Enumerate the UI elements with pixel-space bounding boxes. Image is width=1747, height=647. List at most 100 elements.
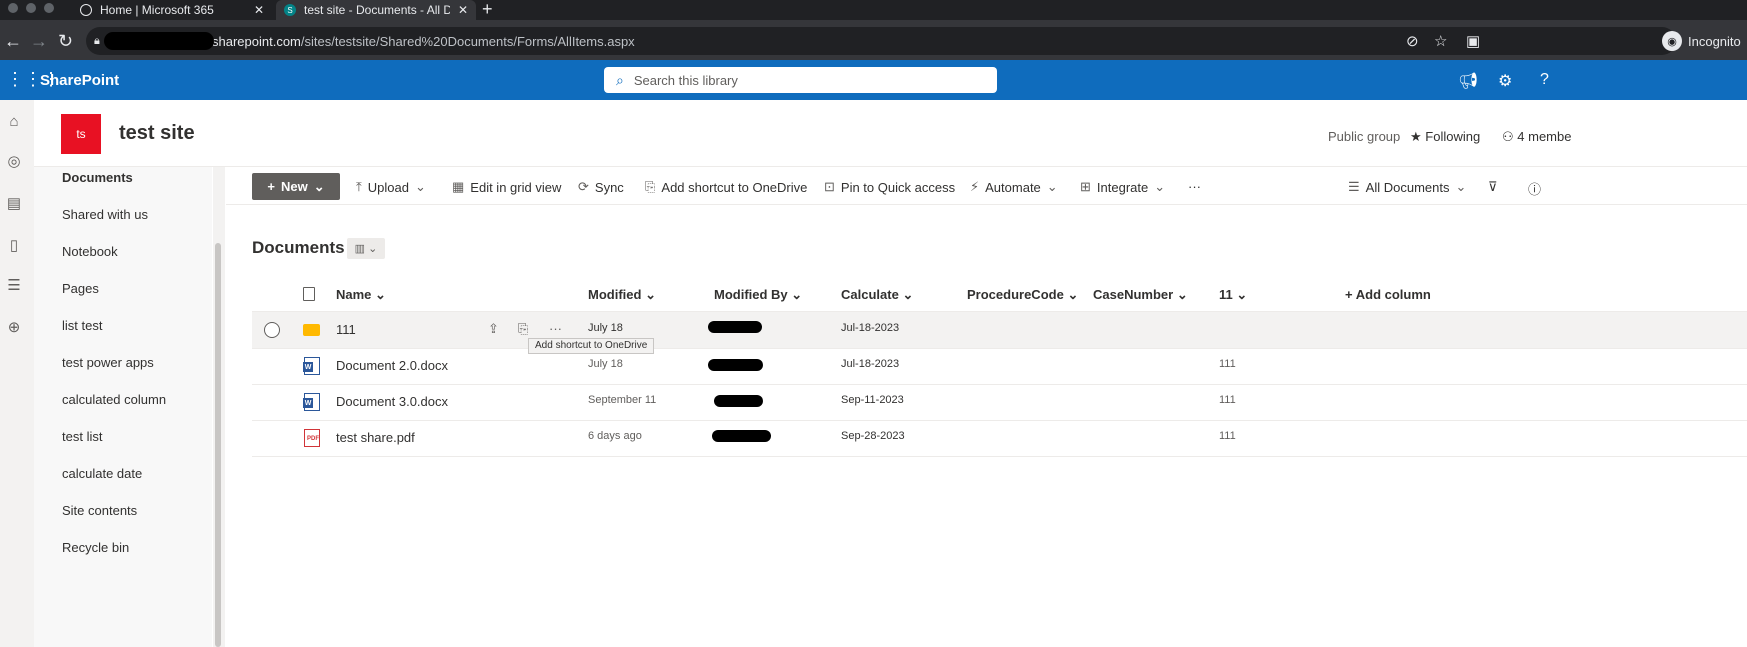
app-launcher-icon[interactable]: ⋮⋮⋮ [6, 70, 60, 90]
table-row-hover-background [252, 311, 1747, 348]
eye-off-icon[interactable]: ⊘ [1406, 32, 1419, 50]
person-icon: ⚇ [1502, 129, 1514, 144]
automate-button[interactable]: ⚡︎ Automate ⌄ [970, 179, 1058, 195]
sync-button[interactable]: ⟳ Sync [578, 179, 624, 195]
file-type-header-icon[interactable] [303, 287, 315, 301]
add-column-label: Add column [1355, 287, 1431, 302]
more-actions-icon[interactable]: ··· [549, 321, 562, 336]
close-window-dot[interactable] [8, 3, 18, 13]
browser-tab-test-site[interactable]: S test site - Documents - All Do ✕ [276, 0, 476, 20]
grid-view-button[interactable]: ▦ Edit in grid view [452, 179, 561, 195]
row-divider [252, 348, 1747, 349]
column-header-modified[interactable]: Modified ⌄ [588, 287, 656, 303]
maximize-window-dot[interactable] [44, 3, 54, 13]
add-column-button[interactable]: + Add column [1345, 287, 1431, 302]
row-select-radio[interactable] [264, 322, 280, 338]
column-header-procedure-code[interactable]: ProcedureCode ⌄ [967, 287, 1078, 303]
window-controls [8, 3, 54, 13]
more-commands-button[interactable]: ··· [1188, 179, 1201, 194]
plus-icon: + [267, 179, 275, 194]
url-host: sharepoint.com [212, 34, 301, 49]
incognito-profile[interactable]: ◉ Incognito [1662, 31, 1741, 51]
filter-icon[interactable]: ⊽ [1488, 179, 1498, 195]
site-logo[interactable]: ts [61, 114, 101, 154]
table-row-name[interactable]: test share.pdf [336, 430, 415, 445]
nav-item-test-list[interactable]: test list [62, 429, 102, 444]
row-divider [252, 456, 1747, 457]
news-icon[interactable]: ▤ [6, 196, 22, 212]
column-header-calculate[interactable]: Calculate ⌄ [841, 287, 913, 303]
create-plus-icon[interactable]: ⊕ [6, 320, 22, 336]
sharepoint-brand[interactable]: SharePoint [40, 72, 119, 89]
nav-item-site-contents[interactable]: Site contents [62, 503, 137, 518]
pin-icon: ⊡ [824, 179, 835, 194]
column-header-name[interactable]: Name ⌄ [336, 287, 386, 303]
forward-arrow-icon[interactable]: → [30, 31, 48, 51]
table-row-name[interactable]: 111 [336, 322, 356, 337]
reload-icon[interactable]: ↻ [58, 31, 73, 51]
view-switcher[interactable]: ☰ All Documents ⌄ [1348, 179, 1466, 195]
column-header-case-number[interactable]: CaseNumber ⌄ [1093, 287, 1188, 303]
search-input[interactable] [633, 72, 954, 88]
suite-bar: ⋮⋮⋮ SharePoint ⌕ 📢︎ ⚙ ? [0, 60, 1747, 100]
nav-item-test-power-apps[interactable]: test power apps [62, 355, 154, 370]
browser-tab-home[interactable]: Home | Microsoft 365 ✕ [72, 0, 272, 20]
nav-item-calculate-date[interactable]: calculate date [62, 466, 142, 481]
tab-title: Home | Microsoft 365 [100, 3, 214, 17]
members-label: 4 membe [1517, 129, 1572, 144]
home-icon[interactable]: ⌂ [6, 114, 22, 130]
add-shortcut-button[interactable]: ⎘ Add shortcut to OneDrive [645, 179, 807, 195]
pdf-file-icon: PDF [304, 429, 320, 447]
column-label: ProcedureCode [967, 287, 1064, 302]
chevron-down-icon: ⌄ [375, 287, 386, 302]
row-divider [252, 420, 1747, 421]
sync-label: Sync [594, 179, 624, 195]
incognito-icon: ◉ [1662, 31, 1682, 51]
column-header-modified-by[interactable]: Modified By ⌄ [714, 287, 802, 303]
gear-icon[interactable]: ⚙ [1498, 71, 1512, 91]
nav-scrollbar-thumb[interactable] [215, 243, 221, 647]
site-title[interactable]: test site [119, 122, 195, 145]
minimize-window-dot[interactable] [26, 3, 36, 13]
nav-item-pages[interactable]: Pages [62, 281, 99, 296]
nav-item-documents[interactable]: Documents [62, 170, 133, 185]
new-tab-plus-icon[interactable]: + [482, 0, 493, 20]
upload-button[interactable]: ⤒ Upload ⌄ [356, 179, 426, 195]
side-panel-icon[interactable]: ▣ [1466, 32, 1480, 50]
back-arrow-icon[interactable]: ← [4, 31, 22, 51]
globe-icon[interactable]: ◎ [6, 154, 22, 170]
share-icon[interactable]: ⇪ [488, 321, 499, 337]
pin-quick-access-button[interactable]: ⊡ Pin to Quick access [824, 179, 955, 195]
nav-item-recycle-bin[interactable]: Recycle bin [62, 540, 129, 555]
bookmark-star-icon[interactable]: ☆ [1434, 32, 1447, 50]
nav-item-calculated-column[interactable]: calculated column [62, 392, 166, 407]
info-icon[interactable]: ⓘ [1528, 179, 1541, 198]
search-box[interactable]: ⌕ [604, 67, 997, 93]
list-icon[interactable]: ☰ [6, 278, 22, 294]
table-row-calculate: Jul-18-2023 [841, 358, 900, 370]
lock-icon[interactable]: 🔒︎ [94, 35, 100, 48]
help-icon[interactable]: ? [1540, 71, 1549, 89]
table-row-calculate: Jul-18-2023 [841, 322, 900, 334]
tab-close-icon[interactable]: ✕ [458, 3, 468, 17]
file-icon[interactable]: ▯ [6, 238, 22, 254]
table-row-name[interactable]: Document 3.0.docx [336, 394, 448, 409]
library-switcher[interactable]: ▥ ⌄ [347, 238, 385, 259]
integrate-label: Integrate [1096, 179, 1149, 195]
new-button[interactable]: + New ⌄ [252, 173, 340, 200]
shortcut-icon[interactable]: ⎘ [518, 321, 528, 337]
tab-close-icon[interactable]: ✕ [254, 3, 264, 17]
members-button[interactable]: ⚇ 4 membe [1502, 129, 1571, 145]
table-row-name[interactable]: Document 2.0.docx [336, 358, 448, 373]
nav-item-list-test[interactable]: list test [62, 318, 102, 333]
following-button[interactable]: ★ Following [1410, 129, 1480, 145]
word-file-icon: W [303, 357, 320, 375]
browser-tab-bar: Home | Microsoft 365 ✕ S test site - Doc… [0, 0, 1747, 20]
megaphone-icon[interactable]: 📢︎ [1458, 71, 1478, 91]
redacted-modified-by [708, 321, 762, 333]
nav-item-notebook[interactable]: Notebook [62, 244, 118, 259]
nav-item-shared-with-us[interactable]: Shared with us [62, 207, 148, 222]
integrate-button[interactable]: ⊞ Integrate ⌄ [1080, 179, 1165, 195]
column-header-11[interactable]: 11 ⌄ [1219, 287, 1247, 303]
app-rail: ⌂ ◎ ▤ ▯ ☰ ⊕ [0, 100, 34, 647]
